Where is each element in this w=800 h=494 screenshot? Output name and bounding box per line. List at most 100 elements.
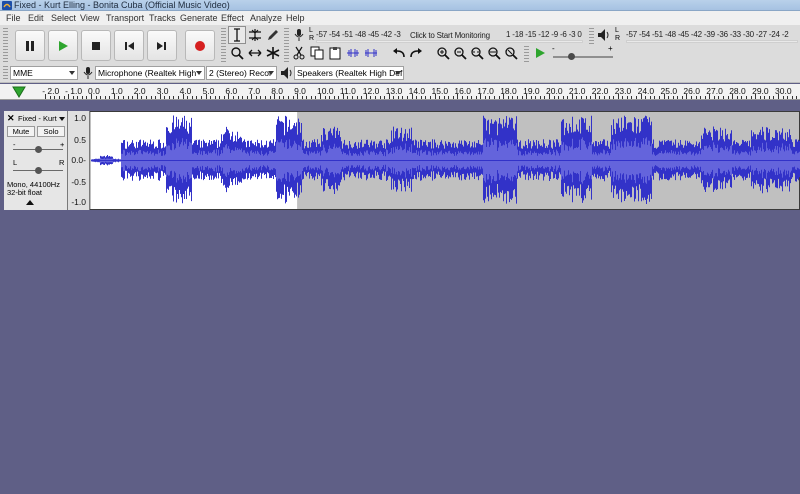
silence-button[interactable] <box>362 44 380 62</box>
playback-device-select[interactable]: Speakers (Realtek High Def <box>294 66 404 80</box>
playback-meter-scale: -57 -54 -51 -48 -45 -42 -39 -36 -33 -30 … <box>626 30 789 39</box>
ruler-tick <box>787 96 789 99</box>
magnifier-icon <box>231 47 244 60</box>
ruler-tick <box>320 94 321 99</box>
zoom-out-button[interactable] <box>451 44 469 62</box>
ruler-tick <box>361 96 363 99</box>
record-button[interactable] <box>185 30 215 61</box>
play-at-speed-button[interactable] <box>531 44 549 62</box>
playback-meter-grip[interactable] <box>589 28 594 44</box>
selection-tool-button[interactable] <box>228 26 246 44</box>
ruler-tick <box>136 94 138 99</box>
menu-effect[interactable]: Effect <box>221 13 244 23</box>
recording-device-select[interactable]: Microphone (Realtek High <box>95 66 205 80</box>
ruler-tick <box>150 96 152 99</box>
track-close-button[interactable]: ✕ <box>7 113 15 124</box>
ruler-tick <box>480 94 482 99</box>
playback-device-value: Speakers (Realtek High Def <box>297 68 403 78</box>
silence-audio-icon <box>365 49 377 57</box>
pinned-play-head-icon[interactable] <box>12 86 26 98</box>
menu-generate[interactable]: Generate <box>180 13 218 23</box>
play-button[interactable] <box>48 30 78 61</box>
pause-button[interactable] <box>15 30 45 61</box>
track-name-menu[interactable]: Fixed - Kurt <box>18 114 57 123</box>
trim-button[interactable] <box>344 44 362 62</box>
zoom-in-button[interactable] <box>434 44 452 62</box>
menu-edit[interactable]: Edit <box>28 13 44 23</box>
play-at-speed-grip[interactable] <box>524 46 529 62</box>
envelope-tool-button[interactable] <box>246 26 264 44</box>
record-meter-grip[interactable] <box>284 28 289 44</box>
device-toolbar-grip[interactable] <box>3 66 8 80</box>
ruler-tick <box>704 96 706 99</box>
recording-channels-select[interactable]: 2 (Stereo) Recor <box>206 66 277 80</box>
redo-button[interactable] <box>407 44 425 62</box>
cut-button[interactable] <box>290 44 308 62</box>
ruler-tick <box>581 96 583 99</box>
collapse-track-icon[interactable] <box>26 200 34 205</box>
solo-button[interactable]: Solo <box>37 126 65 137</box>
play-speed-slider-knob[interactable] <box>568 53 575 60</box>
fit-selection-button[interactable] <box>468 44 486 62</box>
multi-tool-button[interactable] <box>264 44 282 62</box>
ruler-tick <box>782 96 784 99</box>
menu-select[interactable]: Select <box>51 13 76 23</box>
mute-button[interactable]: Mute <box>7 126 35 137</box>
record-meter-bar[interactable] <box>316 40 583 43</box>
playback-meter-button[interactable] <box>595 26 613 44</box>
ruler-tick <box>63 96 65 99</box>
gain-slider-knob[interactable] <box>35 146 42 153</box>
fit-project-button[interactable] <box>485 44 503 62</box>
ruler-tick <box>214 96 216 99</box>
menu-analyze[interactable]: Analyze <box>250 13 282 23</box>
paste-button[interactable] <box>326 44 344 62</box>
ruler-tick <box>713 96 715 99</box>
ruler-tick <box>530 96 532 99</box>
skip-to-end-button[interactable] <box>147 30 177 61</box>
ruler-tick <box>54 96 56 99</box>
ruler-tick <box>585 96 587 99</box>
menu-transport[interactable]: Transport <box>106 13 144 23</box>
audio-host-select[interactable]: MME <box>10 66 78 80</box>
pan-slider-knob[interactable] <box>35 167 42 174</box>
play-speed-slider-track[interactable] <box>553 56 613 58</box>
ruler-tick <box>466 96 468 99</box>
ruler-tick <box>727 96 729 99</box>
ruler-tick <box>796 96 798 99</box>
edit-toolbar-grip[interactable] <box>284 46 289 62</box>
menu-help[interactable]: Help <box>286 13 305 23</box>
time-shift-tool-button[interactable] <box>246 44 264 62</box>
menu-view[interactable]: View <box>80 13 99 23</box>
timeline-ruler[interactable]: - 2.0- 1.0 0.0 1.0 2.0 3.0 4.0 5.0 6.0 7.0 8.0 9.0… <box>0 84 800 100</box>
menu-tracks[interactable]: Tracks <box>149 13 176 23</box>
stop-button[interactable] <box>81 30 111 61</box>
draw-tool-button[interactable] <box>264 26 282 44</box>
zoom-tool-button[interactable] <box>228 44 246 62</box>
transport-toolbar-grip[interactable] <box>3 28 8 62</box>
menu-file[interactable]: File <box>6 13 21 23</box>
copy-button[interactable] <box>308 44 326 62</box>
ruler-tick <box>791 96 793 99</box>
playback-meter-bar[interactable] <box>626 40 798 43</box>
gain-minus-label: - <box>13 140 16 149</box>
waveform-display[interactable] <box>91 112 800 209</box>
asterisk-icon <box>266 47 280 59</box>
record-meter-button[interactable] <box>290 26 308 44</box>
ruler-tick <box>113 94 115 99</box>
record-monitor-hint[interactable]: Click to Start Monitoring <box>410 31 490 40</box>
tools-toolbar-grip[interactable] <box>221 28 226 62</box>
play-icon <box>59 40 68 51</box>
vertical-amplitude-scale[interactable]: 1.0 0.5 0.0- -0.5 -1.0 <box>68 111 90 210</box>
ruler-tick <box>91 94 92 99</box>
ruler-tick <box>594 94 596 99</box>
undo-button[interactable] <box>390 44 408 62</box>
zoom-toggle-button[interactable] <box>502 44 520 62</box>
ruler-tick <box>526 94 528 99</box>
skip-to-start-button[interactable] <box>114 30 144 61</box>
ruler-tick <box>778 94 779 99</box>
ruler-tick <box>512 96 514 99</box>
ruler-tick <box>306 96 308 99</box>
ruler-tick <box>342 94 344 99</box>
ruler-label: 7.0 <box>248 86 261 96</box>
zoom-selection-icon <box>471 47 484 60</box>
